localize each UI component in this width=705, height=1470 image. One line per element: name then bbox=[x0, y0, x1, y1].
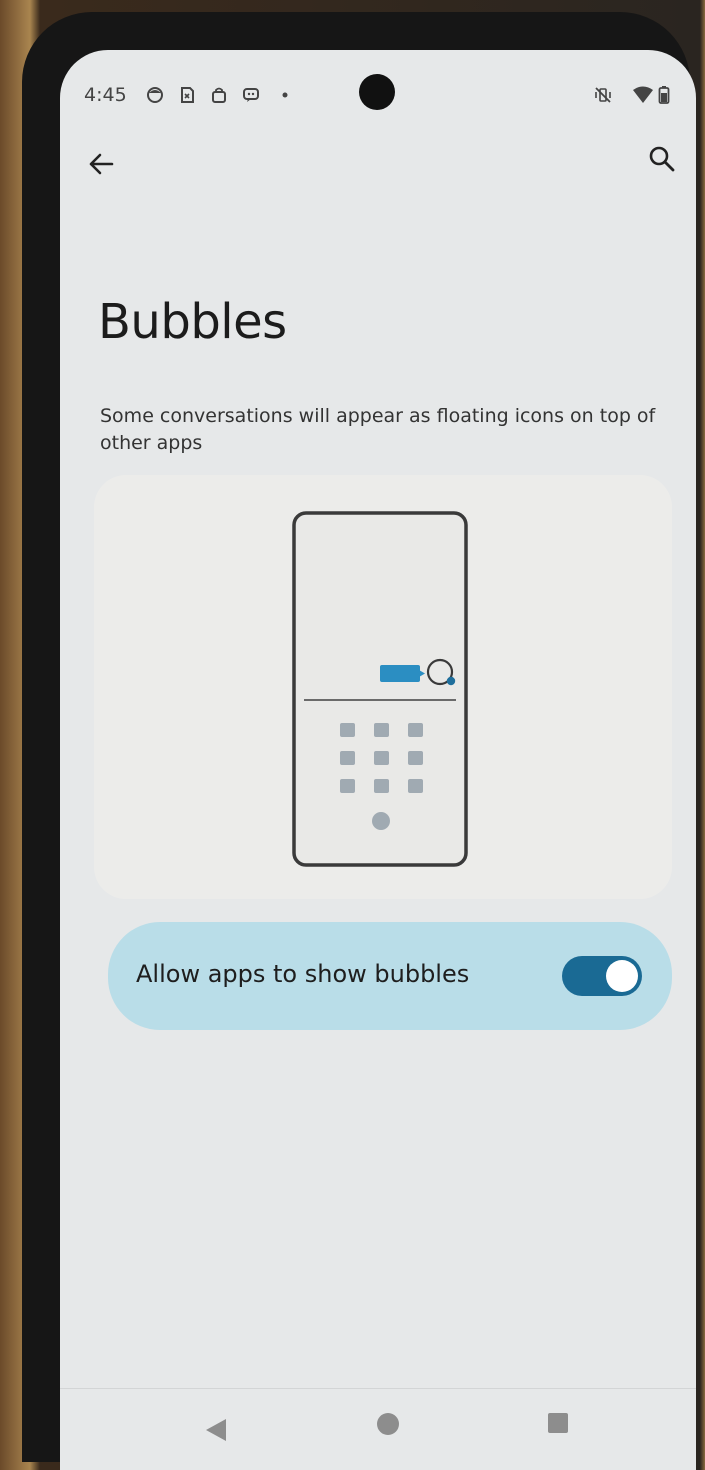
screen: 4:45 Bubbles Some conversations will app… bbox=[60, 50, 696, 1470]
phone-frame: 4:45 Bubbles Some conversations will app… bbox=[22, 12, 696, 1470]
nav-recents-icon[interactable] bbox=[548, 1413, 568, 1433]
face-notification-icon bbox=[147, 87, 163, 103]
search-icon bbox=[649, 146, 675, 172]
search-button[interactable] bbox=[642, 140, 682, 180]
allow-bubbles-setting[interactable]: Allow apps to show bubbles bbox=[108, 922, 672, 1030]
allow-bubbles-label: Allow apps to show bubbles bbox=[136, 960, 470, 988]
status-bar: 4:45 bbox=[60, 50, 696, 120]
bubbles-illustration bbox=[94, 475, 672, 899]
back-button[interactable] bbox=[82, 144, 122, 184]
wifi-icon bbox=[633, 86, 653, 103]
navigation-bar bbox=[60, 1388, 696, 1470]
battery-icon bbox=[658, 86, 670, 104]
nav-back-icon[interactable] bbox=[204, 1417, 228, 1443]
camera-cutout bbox=[359, 74, 395, 110]
arrow-left-icon bbox=[89, 153, 114, 175]
status-time: 4:45 bbox=[84, 84, 127, 106]
more-notifications-dot-icon bbox=[282, 92, 288, 98]
nav-home-icon[interactable] bbox=[377, 1413, 399, 1435]
sim-notification-icon bbox=[181, 87, 194, 103]
page-description: Some conversations will appear as floati… bbox=[100, 405, 656, 454]
bag-notification-icon bbox=[212, 87, 226, 103]
page-title: Bubbles bbox=[98, 294, 287, 350]
message-notification-icon bbox=[243, 88, 259, 102]
phone-illustration bbox=[292, 511, 468, 867]
allow-bubbles-toggle[interactable] bbox=[562, 956, 642, 996]
bubble-message-shape bbox=[380, 665, 420, 682]
toggle-knob bbox=[606, 960, 638, 992]
vibrate-off-icon bbox=[595, 87, 611, 103]
